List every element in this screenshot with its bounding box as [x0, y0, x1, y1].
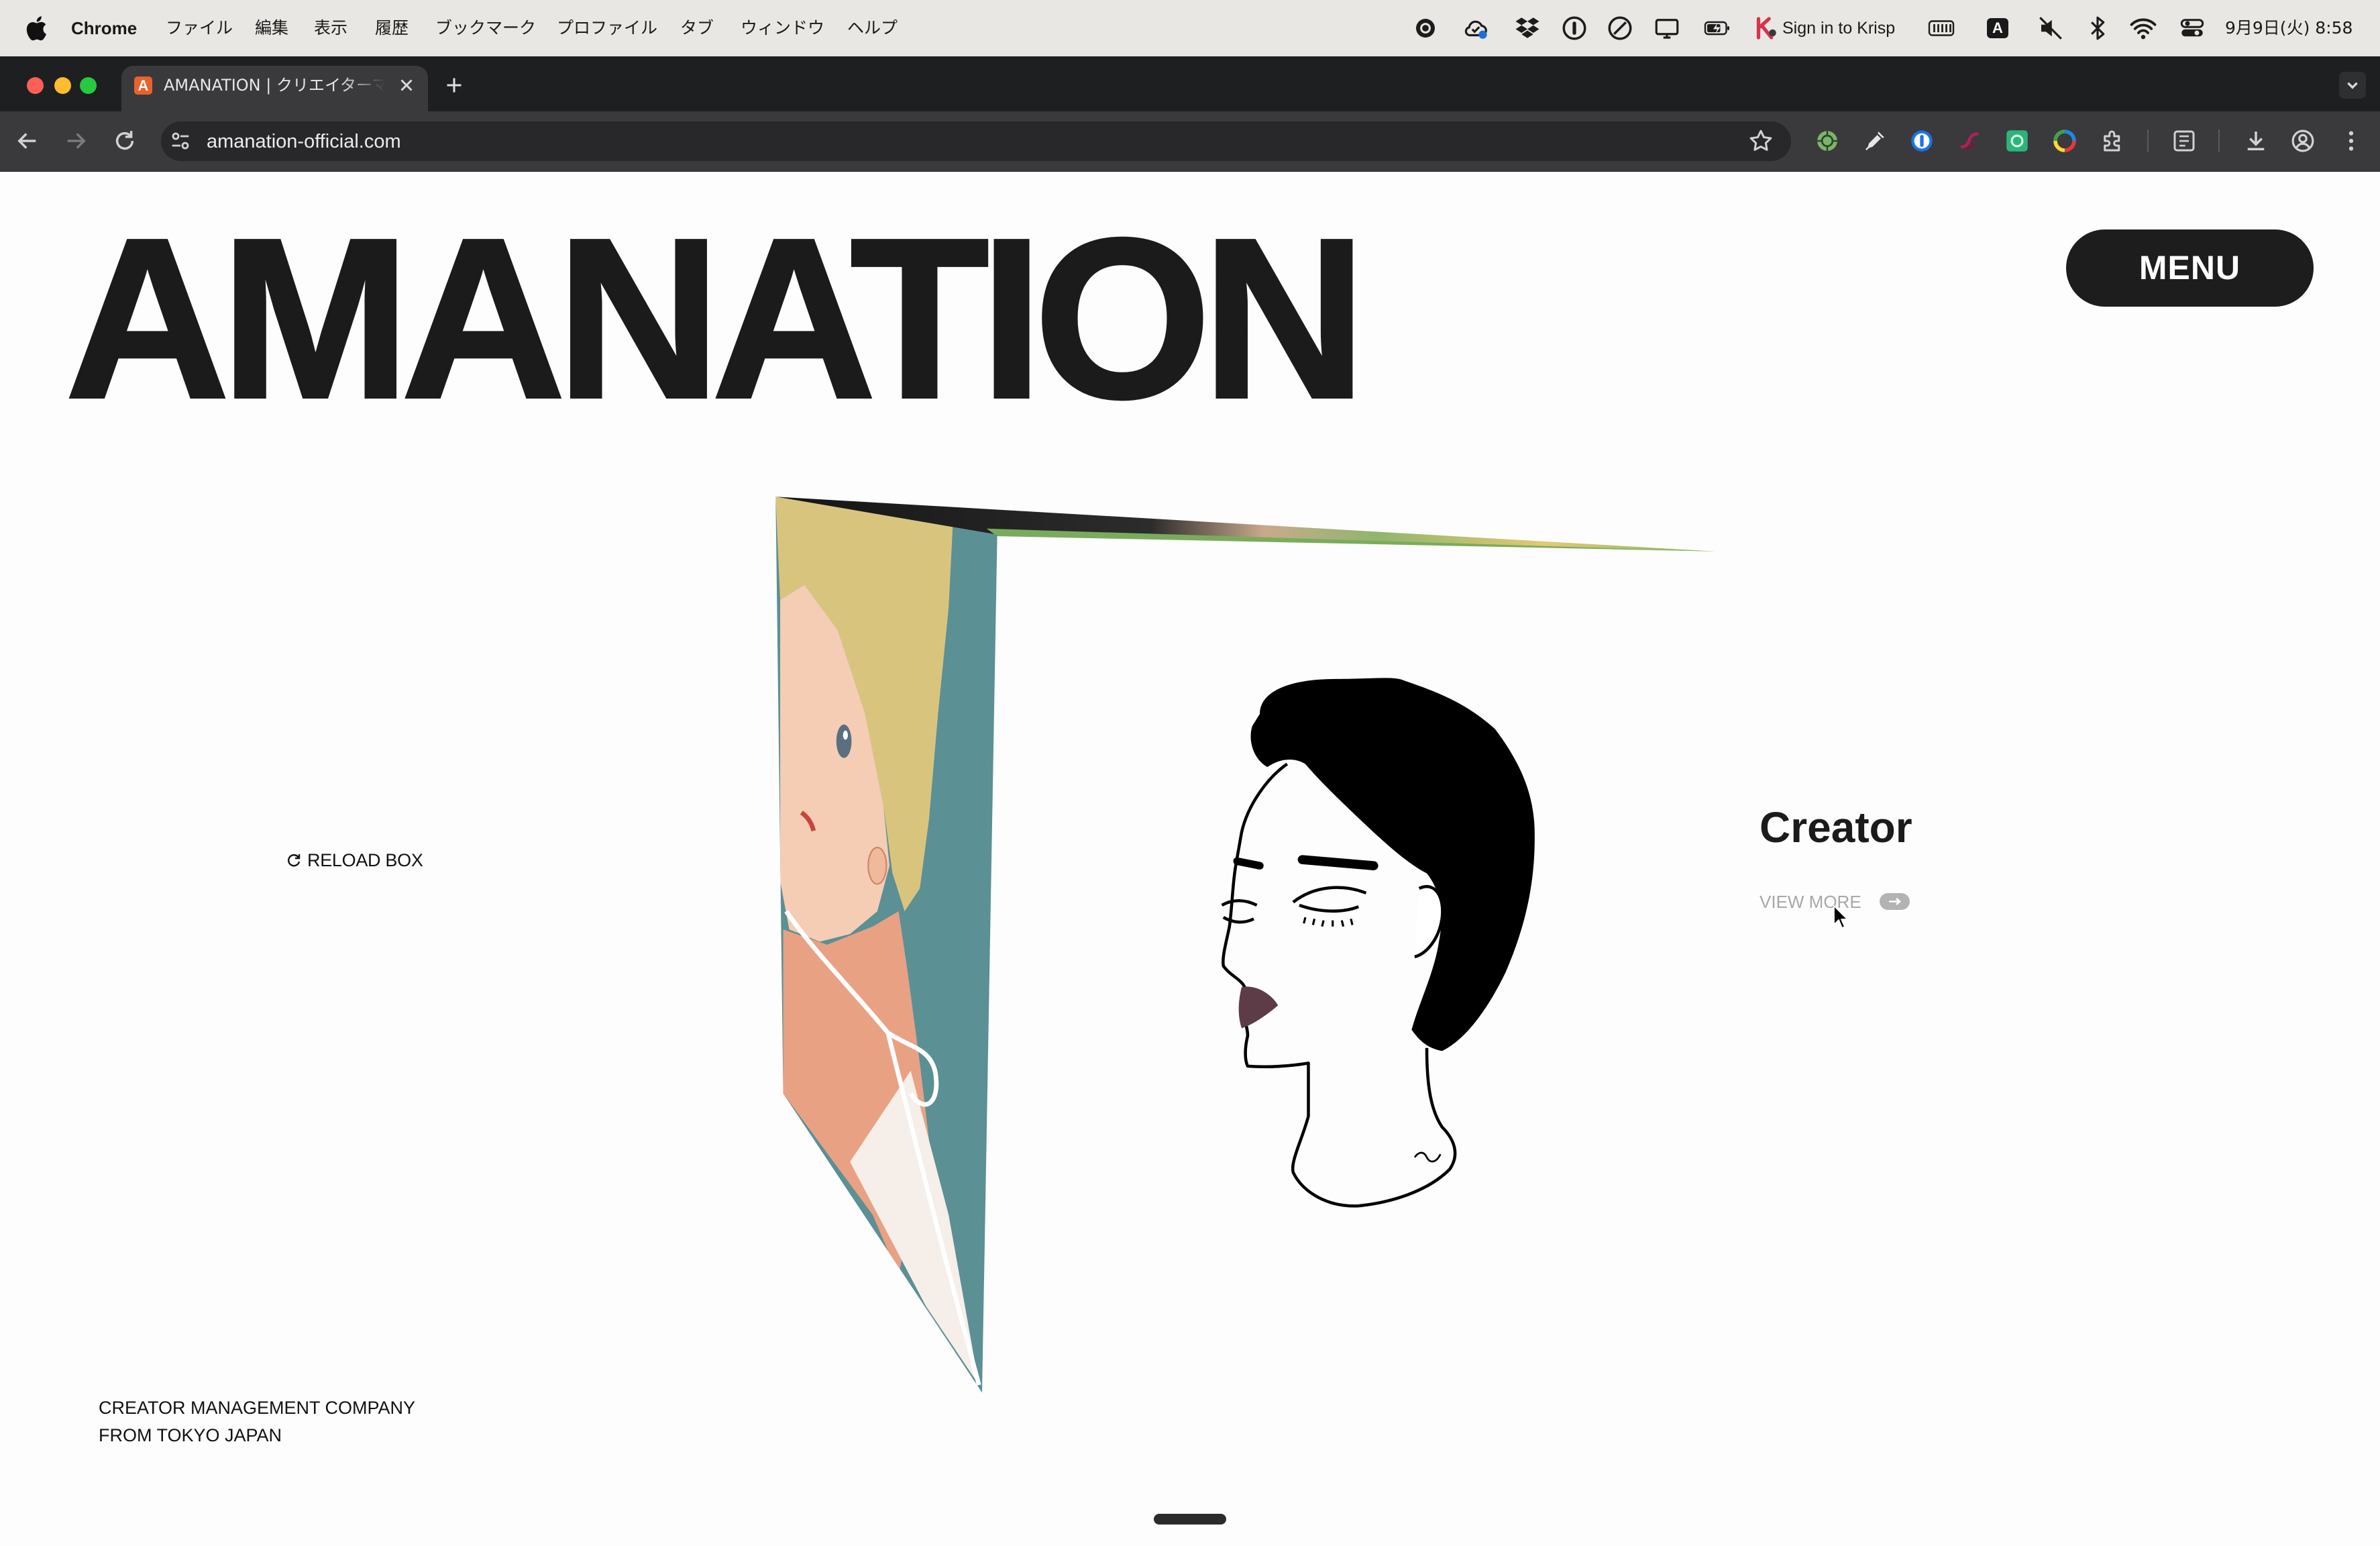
password-manager-icon[interactable]: [1560, 14, 1588, 42]
menu-edit[interactable]: 編集: [255, 0, 288, 56]
scroll-indicator[interactable]: [1154, 1514, 1226, 1525]
battery-bars-icon[interactable]: [1927, 14, 1955, 42]
tab-title[interactable]: AMANATION | クリエイターマ: [164, 74, 385, 96]
macos-menu-bar: Chrome ファイル 編集 表示 履歴 ブックマーク プロファイル タブ ウィ…: [0, 0, 2380, 56]
side-illustration-eye: [836, 724, 852, 758]
box-front-face: [1221, 678, 1535, 1208]
menu-history[interactable]: 履歴: [375, 0, 409, 56]
control-center-icon[interactable]: [2178, 14, 2206, 42]
krisp-icon[interactable]: [1751, 14, 1780, 42]
eyedropper-icon[interactable]: [1861, 127, 1889, 155]
menu-tab[interactable]: タブ: [680, 0, 714, 56]
battery-charging-icon[interactable]: [1703, 14, 1731, 42]
front-illustration-signature: [1413, 1151, 1442, 1163]
apple-logo-icon[interactable]: [21, 14, 50, 42]
rainbow-circle-extension-icon[interactable]: [2051, 127, 2079, 155]
front-illustration-brow: [1297, 855, 1378, 870]
tab-close-icon[interactable]: [394, 73, 419, 97]
bluetooth-icon[interactable]: [2084, 14, 2112, 42]
url-text[interactable]: amanation-official.com: [207, 127, 401, 156]
menu-app-name[interactable]: Chrome: [71, 0, 137, 56]
address-bar[interactable]: [161, 121, 1791, 161]
tab-favicon: A: [134, 76, 152, 95]
toolbar-separator: [2218, 130, 2220, 152]
screen-record-icon[interactable]: [1411, 14, 1440, 42]
side-illustration-ear: [867, 846, 887, 885]
menubar-clock[interactable]: 9月9日(火) 8:58: [2225, 0, 2352, 56]
box-side-face: [775, 497, 997, 1393]
cloud-sync-icon[interactable]: [1462, 14, 1490, 42]
menu-file[interactable]: ファイル: [166, 0, 233, 56]
front-illustration-eye-near: [1221, 898, 1258, 924]
menu-view[interactable]: 表示: [314, 0, 347, 56]
wifi-icon[interactable]: [2129, 14, 2157, 42]
menu-bookmarks[interactable]: ブックマーク: [435, 0, 536, 56]
focus-icon[interactable]: [1606, 14, 1634, 42]
volume-muted-icon[interactable]: [2037, 14, 2065, 42]
toolbar-separator: [2147, 130, 2149, 152]
pink-swirl-extension-icon[interactable]: [1956, 127, 1984, 155]
front-illustration-lashes: [1303, 917, 1354, 927]
green-square-extension-icon[interactable]: [2003, 127, 2031, 155]
mouse-cursor-icon: [1832, 905, 1849, 931]
download-icon[interactable]: [2242, 127, 2270, 155]
profile-icon[interactable]: [2289, 127, 2317, 155]
window-zoom-button[interactable]: [80, 77, 97, 94]
reload-icon[interactable]: [111, 127, 139, 155]
reload-box-button[interactable]: RELOAD BOX: [286, 848, 423, 872]
side-panel-icon[interactable]: [2170, 127, 2198, 155]
password-extension-icon[interactable]: [1908, 127, 1936, 155]
side-illustration-eye-highlight: [843, 730, 848, 740]
company-tagline: CREATOR MANAGEMENT COMPANY FROM TOKYO JA…: [99, 1394, 415, 1449]
krisp-sign-in-label[interactable]: Sign in to Krisp: [1782, 0, 1895, 56]
featured-category-title: Creator: [1760, 803, 1912, 852]
display-icon[interactable]: [1653, 14, 1681, 42]
front-illustration-hair: [1250, 678, 1535, 1051]
back-icon[interactable]: [13, 127, 42, 155]
window-minimize-button[interactable]: [54, 77, 71, 94]
tagline-line-1: CREATOR MANAGEMENT COMPANY: [99, 1398, 416, 1418]
green-extension-icon[interactable]: [1813, 127, 1841, 155]
front-illustration-lips: [1238, 986, 1279, 1029]
tab-search-chevron-icon[interactable]: [2339, 72, 2366, 99]
new-tab-icon[interactable]: [442, 73, 466, 97]
more-menu-icon[interactable]: [2337, 127, 2365, 155]
window-close-button[interactable]: [27, 77, 44, 94]
arrow-right-icon[interactable]: [1880, 893, 1910, 910]
reload-box-label: RELOAD BOX: [307, 849, 423, 870]
dropbox-icon[interactable]: [1513, 14, 1541, 42]
site-info-icon[interactable]: [166, 127, 195, 155]
menu-help[interactable]: ヘルプ: [847, 0, 898, 56]
extensions-puzzle-icon[interactable]: [2099, 127, 2127, 155]
front-illustration-brow-near: [1233, 857, 1264, 870]
tagline-line-2: FROM TOKYO JAPAN: [99, 1425, 282, 1445]
front-illustration-eye: [1292, 886, 1367, 913]
input-source-icon[interactable]: A: [1987, 18, 2008, 38]
menu-window[interactable]: ウィンドウ: [741, 0, 824, 56]
bookmark-star-icon[interactable]: [1747, 127, 1775, 155]
reload-icon: [286, 852, 302, 868]
forward-icon[interactable]: [62, 127, 90, 155]
menu-profiles[interactable]: プロファイル: [557, 0, 657, 56]
